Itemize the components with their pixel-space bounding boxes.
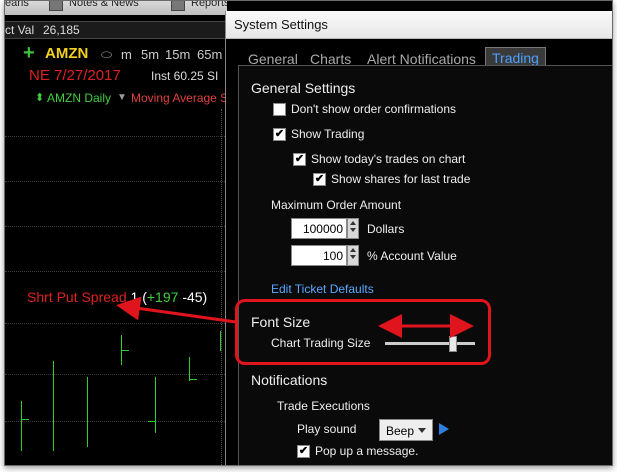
annotation-arrows <box>116 296 474 338</box>
pointer-arrow <box>116 296 237 324</box>
